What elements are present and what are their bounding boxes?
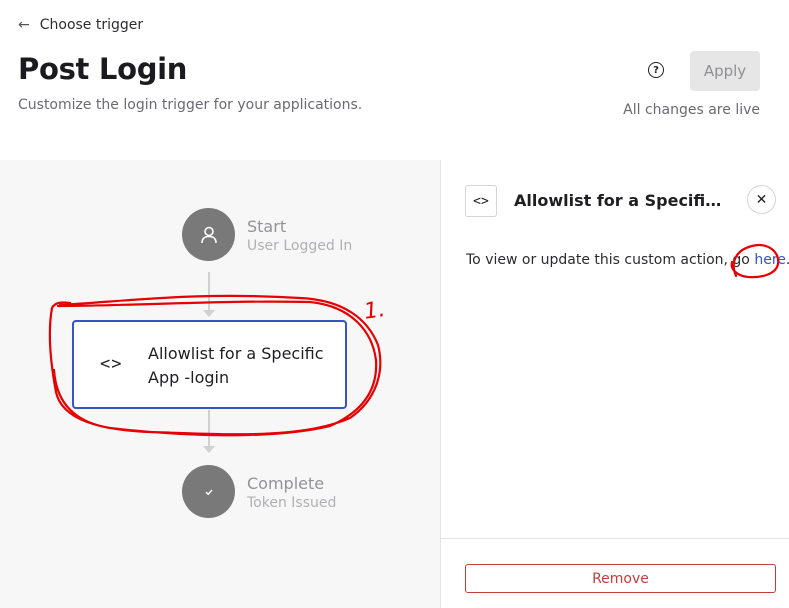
question-circle-icon[interactable]: ? — [648, 62, 664, 78]
complete-node[interactable] — [182, 465, 235, 518]
back-to-choose-trigger-link[interactable]: ← Choose trigger — [18, 14, 143, 36]
connector-line — [208, 272, 210, 312]
panel-description-prefix: To view or update this custom action, go — [466, 252, 755, 268]
close-icon[interactable]: ✕ — [747, 185, 776, 214]
action-details-panel: <> Allowlist for a Specific App -login ✕… — [440, 160, 789, 608]
code-icon: <> — [100, 354, 123, 374]
panel-divider — [441, 538, 789, 539]
action-card-allowlist[interactable]: <> Allowlist for a Specific App -login — [72, 320, 347, 409]
connector-arrow-icon — [203, 310, 215, 317]
user-icon — [200, 226, 217, 243]
code-icon: <> — [465, 185, 497, 217]
start-node[interactable] — [182, 208, 235, 261]
start-node-subtitle: User Logged In — [247, 238, 353, 254]
connector-arrow-icon — [203, 446, 215, 453]
start-node-title: Start — [247, 217, 287, 236]
here-link[interactable]: here — [754, 252, 786, 268]
page-subtitle: Customize the login trigger for your app… — [18, 97, 363, 113]
action-card-label: Allowlist for a Specific App -login — [148, 344, 324, 387]
panel-description: To view or update this custom action, go… — [466, 252, 789, 268]
panel-title: Allowlist for a Specific App -login — [514, 191, 729, 210]
back-link-label: Choose trigger — [39, 17, 144, 33]
check-icon — [205, 489, 213, 495]
remove-button[interactable]: Remove — [465, 564, 776, 593]
apply-button[interactable]: Apply — [690, 51, 760, 91]
complete-node-title: Complete — [247, 474, 325, 493]
connector-line — [208, 410, 210, 446]
live-status-text: All changes are live — [623, 102, 760, 118]
page-title: Post Login — [18, 52, 188, 86]
arrow-left-icon: ← — [18, 17, 30, 33]
complete-node-subtitle: Token Issued — [247, 495, 337, 511]
